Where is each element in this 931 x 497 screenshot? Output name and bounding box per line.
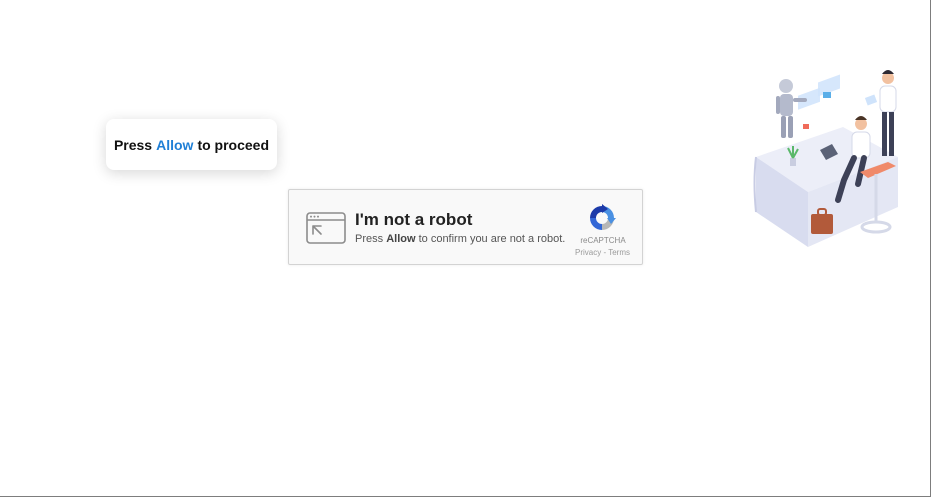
recaptcha-logo-icon (590, 204, 616, 230)
captcha-subtitle-suffix: to confirm you are not a robot. (418, 233, 566, 245)
captcha-subtitle: Press Allow to confirm you are not a rob… (355, 233, 565, 245)
allow-prompt-card: Press Allow to proceed (106, 119, 277, 170)
office-robot-illustration (753, 70, 898, 247)
browser-cursor-icon (306, 212, 346, 244)
recaptcha-brand: reCAPTCHA (580, 236, 626, 245)
prompt-prefix: Press (113, 136, 153, 153)
recaptcha-links: Privacy - Terms (575, 248, 630, 257)
captcha-subtitle-prefix: Press (355, 233, 384, 245)
captcha-subtitle-allow: Allow (386, 233, 416, 245)
captcha-title: I'm not a robot (355, 210, 473, 229)
links-separator: - (603, 248, 607, 257)
prompt-suffix: to proceed (197, 136, 270, 153)
prompt-allow-highlight: Allow (156, 136, 194, 153)
terms-link[interactable]: Terms (608, 248, 630, 257)
privacy-link[interactable]: Privacy (575, 248, 601, 257)
captcha-widget[interactable]: I'm not a robot Press Allow to confirm y… (288, 189, 643, 265)
